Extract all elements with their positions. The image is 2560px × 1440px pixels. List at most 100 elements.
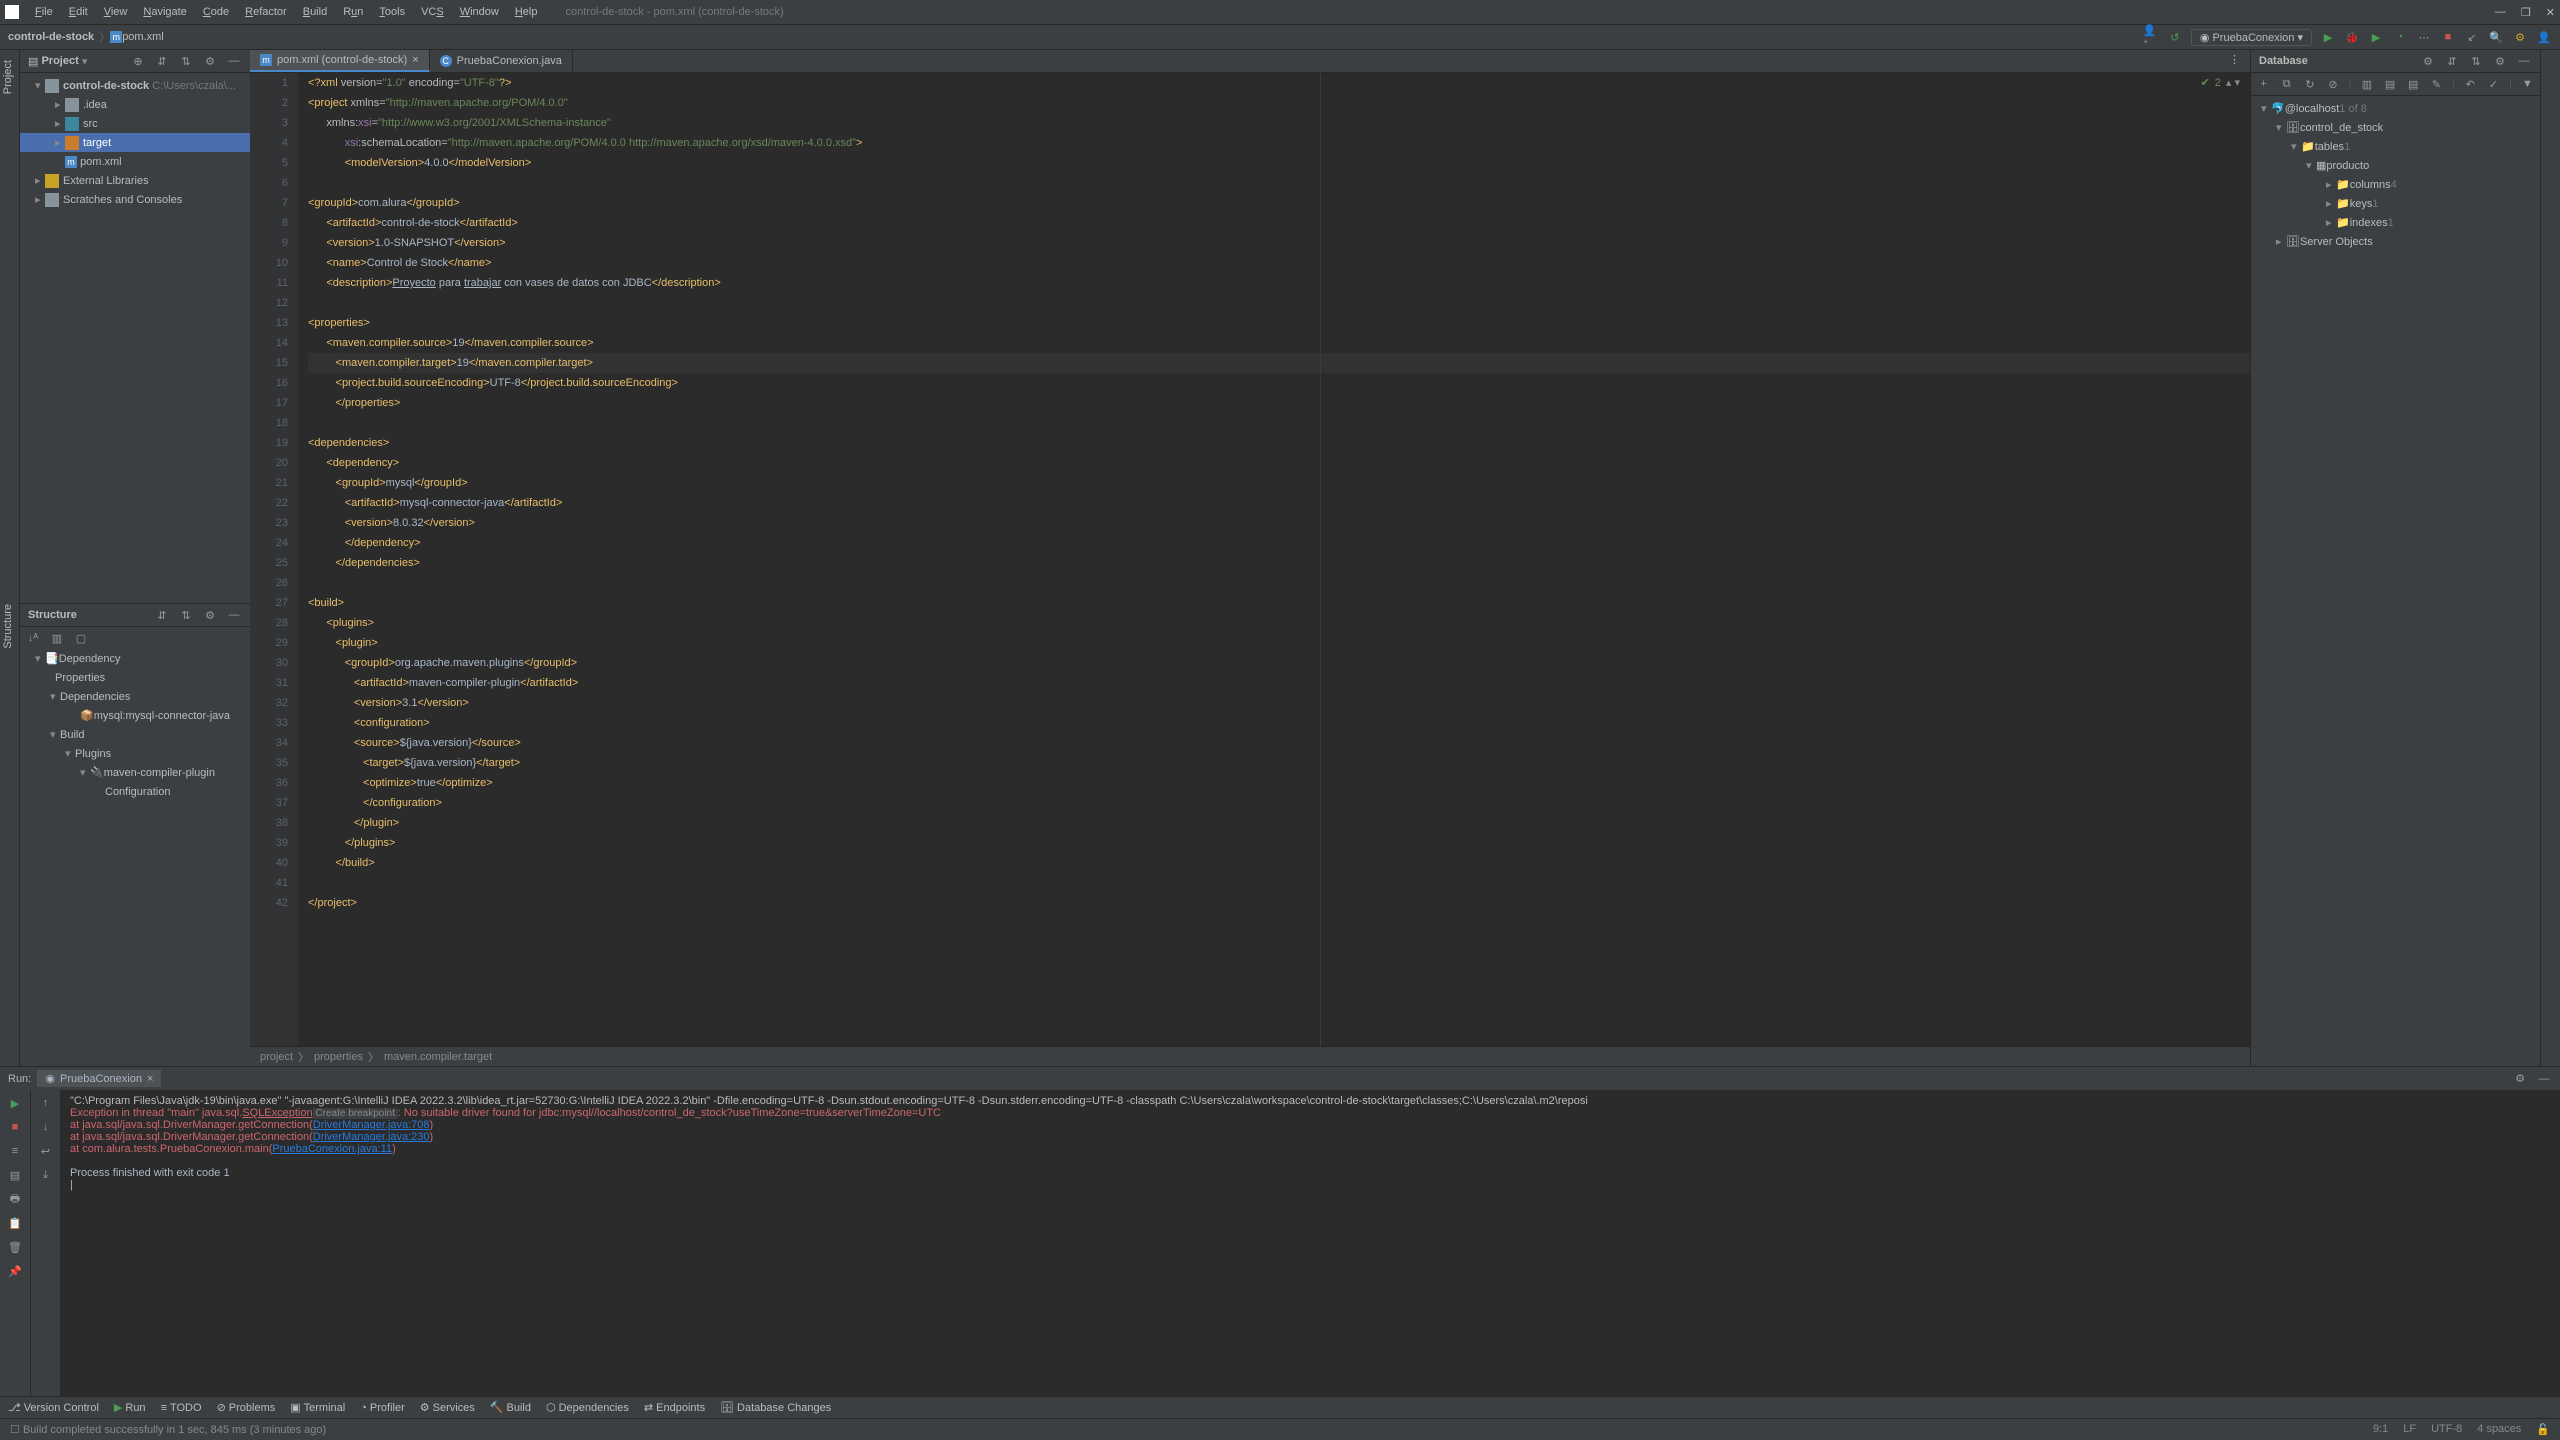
run-tab[interactable]: ◉ PruebaConexion × <box>37 1070 161 1087</box>
tree-external[interactable]: ▸External Libraries <box>20 171 250 190</box>
bottom-build[interactable]: 🔨 Build <box>490 1401 531 1414</box>
status-indent[interactable]: 4 spaces <box>2477 1423 2521 1436</box>
menu-build[interactable]: Build <box>295 6 335 18</box>
struct-filter-icon[interactable]: ▥ <box>49 630 65 646</box>
tab-pom[interactable]: mpom.xml (control-de-stock)× <box>250 50 430 72</box>
menu-code[interactable]: Code <box>195 6 237 18</box>
settings-icon[interactable]: ⚙ <box>202 53 218 69</box>
struct-expand-icon[interactable]: ⇵ <box>154 607 170 623</box>
db-rollback-icon[interactable]: ↶ <box>2463 76 2478 92</box>
breadcrumb-file[interactable]: pom.xml <box>122 31 164 43</box>
tree-pom[interactable]: m pom.xml <box>20 152 250 171</box>
project-tree[interactable]: ▾control-de-stock C:\Users\czala\... ▸.i… <box>20 73 250 603</box>
status-event-log-icon[interactable]: ☐ <box>10 1423 20 1436</box>
menu-edit[interactable]: Edit <box>61 6 96 18</box>
db-edit-icon[interactable]: ✎ <box>2429 76 2444 92</box>
menu-run[interactable]: Run <box>335 6 371 18</box>
vcs-update-icon[interactable]: ↙ <box>2464 29 2480 45</box>
menu-file[interactable]: File <box>27 6 61 18</box>
print-icon[interactable]: 🖶 <box>7 1191 23 1207</box>
struct-plugins[interactable]: ▾Plugins <box>20 744 250 763</box>
menu-refactor[interactable]: Refactor <box>237 6 295 18</box>
close-icon[interactable]: ✕ <box>2546 6 2555 19</box>
database-tree[interactable]: ▾🐬 @localhost 1 of 8 ▾🗄 control_de_stock… <box>2251 96 2540 254</box>
minimize-icon[interactable]: — <box>2495 6 2506 19</box>
code-analysis-widget[interactable]: ✔ 2 ▴ ▾ <box>2201 76 2240 89</box>
bottom-vc[interactable]: ⎇ Version Control <box>8 1401 99 1414</box>
struct-properties[interactable]: Properties <box>20 668 250 687</box>
expand-all-icon[interactable]: ⇵ <box>154 53 170 69</box>
struct-configuration[interactable]: Configuration <box>20 782 250 801</box>
bottom-dbchanges[interactable]: 🗄 Database Changes <box>720 1401 831 1414</box>
status-lf[interactable]: LF <box>2403 1423 2416 1436</box>
menu-window[interactable]: Window <box>452 6 507 18</box>
bc-properties[interactable]: properties <box>314 1051 363 1063</box>
db-stop-icon[interactable]: ⊘ <box>2325 76 2340 92</box>
db-refresh-icon[interactable]: ↻ <box>2302 76 2317 92</box>
rerun-icon[interactable]: ▶ <box>7 1095 23 1111</box>
db-jump-icon[interactable]: ▤ <box>2406 76 2421 92</box>
menu-view[interactable]: View <box>96 6 136 18</box>
db-collapse-icon[interactable]: ⇅ <box>2468 53 2484 69</box>
run-config-select[interactable]: ◉ PruebaConexion ▾ <box>2191 29 2312 46</box>
editor-tab-options[interactable]: ⋮ <box>2219 50 2250 72</box>
tree-idea[interactable]: ▸.idea <box>20 95 250 114</box>
debug-icon[interactable]: 🐞 <box>2344 29 2360 45</box>
scroll-icon[interactable]: ⤓ <box>38 1167 54 1183</box>
up-icon[interactable]: ↑ <box>38 1095 54 1111</box>
stop-run-icon[interactable]: ■ <box>7 1119 23 1135</box>
menu-help[interactable]: Help <box>507 6 546 18</box>
bottom-todo[interactable]: ≡ TODO <box>161 1402 202 1414</box>
bottom-run[interactable]: ▶ Run <box>114 1401 146 1414</box>
bc-target[interactable]: maven.compiler.target <box>384 1051 492 1063</box>
bookmarks-tool-button[interactable]: Structure <box>0 599 16 654</box>
bottom-endpoints[interactable]: ⇄ Endpoints <box>644 1401 705 1414</box>
db-diag-icon[interactable]: ▥ <box>2359 76 2374 92</box>
attach-icon[interactable]: ⋯ <box>2416 29 2432 45</box>
status-lock-icon[interactable]: 🔓 <box>2536 1423 2550 1436</box>
menu-navigate[interactable]: Navigate <box>135 6 194 18</box>
struct-dependency[interactable]: ▾📑 Dependency <box>20 649 250 668</box>
select-opened-icon[interactable]: ⊕ <box>130 53 146 69</box>
project-tool-button[interactable]: Project <box>0 55 16 99</box>
project-root[interactable]: ▾control-de-stock C:\Users\czala\... <box>20 76 250 95</box>
struct-collapse-icon[interactable]: ⇅ <box>178 607 194 623</box>
stop-icon[interactable]: ■ <box>2440 29 2456 45</box>
struct-auto-icon[interactable]: ▢ <box>73 630 89 646</box>
tab-close-icon[interactable]: × <box>412 54 418 66</box>
db-host[interactable]: ▾🐬 @localhost 1 of 8 <box>2251 99 2540 118</box>
db-copy-icon[interactable]: ⧉ <box>2279 76 2294 92</box>
db-schema[interactable]: ▾🗄 control_de_stock <box>2251 118 2540 137</box>
run-hide-icon[interactable]: — <box>2536 1071 2552 1087</box>
restore-icon[interactable]: ▤ <box>7 1167 23 1183</box>
profile-icon[interactable]: ◔ <box>2392 29 2408 45</box>
project-view-icon[interactable]: ▤ <box>28 55 38 68</box>
bottom-deps[interactable]: ⬡ Dependencies <box>546 1401 629 1414</box>
run-icon[interactable]: ▶ <box>2320 29 2336 45</box>
run-settings-icon[interactable]: ⚙ <box>2512 1071 2528 1087</box>
db-indexes[interactable]: ▸📁 indexes 1 <box>2251 213 2540 232</box>
structure-tree[interactable]: ▾📑 Dependency Properties ▾Dependencies 📦… <box>20 649 250 801</box>
bottom-services[interactable]: ⚙ Services <box>420 1401 475 1414</box>
db-keys[interactable]: ▸📁 keys 1 <box>2251 194 2540 213</box>
bottom-terminal[interactable]: ▣ Terminal <box>290 1401 345 1414</box>
db-panel-settings-icon[interactable]: ⚙ <box>2492 53 2508 69</box>
menu-tools[interactable]: Tools <box>371 6 413 18</box>
coverage-icon[interactable]: ▶ <box>2368 29 2384 45</box>
dump-icon[interactable]: 📋 <box>7 1215 23 1231</box>
down-icon[interactable]: ↓ <box>38 1119 54 1135</box>
avatar-icon[interactable]: 👤 <box>2536 29 2552 45</box>
struct-sort-icon[interactable]: ↓ᴬ <box>25 630 41 646</box>
status-enc[interactable]: UTF-8 <box>2431 1423 2462 1436</box>
status-pos[interactable]: 9:1 <box>2373 1423 2388 1436</box>
bottom-problems[interactable]: ⊘ Problems <box>217 1401 276 1414</box>
layout-icon[interactable]: ≡ <box>7 1143 23 1159</box>
wrap-icon[interactable]: ↩ <box>38 1143 54 1159</box>
struct-dependencies[interactable]: ▾Dependencies <box>20 687 250 706</box>
menu-vcs[interactable]: VCS <box>413 6 452 18</box>
struct-settings-icon[interactable]: ⚙ <box>202 607 218 623</box>
tree-src[interactable]: ▸src <box>20 114 250 133</box>
project-panel-title[interactable]: Project <box>41 55 78 67</box>
breadcrumb-root[interactable]: control-de-stock <box>8 31 94 43</box>
struct-mysql[interactable]: 📦 mysql:mysql-connector-java <box>20 706 250 725</box>
